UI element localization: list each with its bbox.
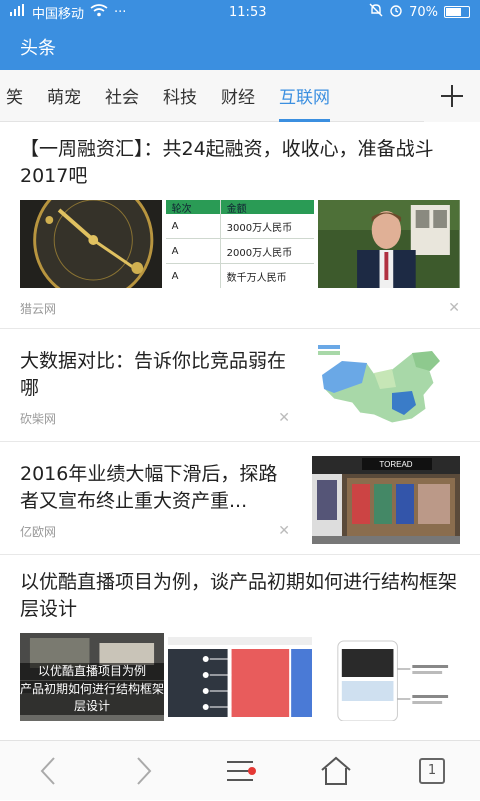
table-cell: A: [166, 264, 221, 288]
table-row: A 3000万人民币: [165, 214, 315, 239]
cover-caption: 以优酷直播项目为例: [20, 663, 164, 680]
chevron-right-icon: [137, 756, 152, 785]
article-source: 砍柴网: [20, 411, 57, 426]
tab-count: 1: [419, 757, 445, 784]
cover-caption: 产品初期如何进行结构框架层设计: [20, 681, 164, 715]
china-map-image: [312, 343, 460, 431]
table-cell: 数千万人民币: [226, 272, 287, 284]
app-wireframe-image: [316, 633, 460, 721]
store-sign: TOREAD: [379, 460, 412, 469]
article-title: 【一周融资汇】：共24起融资，收收心，准备战斗2017吧: [20, 138, 434, 187]
menu-button[interactable]: [210, 741, 270, 801]
battery-icon: [443, 6, 470, 18]
article-item[interactable]: 以优酷直播项目为例，谈产品初期如何进行结构框架层设计 以优酷直播项目为例 产品初…: [0, 555, 480, 721]
app-bar: 头条: [0, 24, 480, 70]
clock-image: [20, 200, 162, 288]
funding-table-image: 轮次 金额 A 3000万人民币 A 2000万人民币 A 数千万人民币: [165, 200, 315, 288]
table-cell: 2000万人民币: [226, 247, 293, 259]
table-cell: A: [166, 214, 221, 238]
table-row: A 数千万人民币: [166, 264, 315, 288]
article-source: 猎云网: [20, 301, 57, 316]
page-title: 头条: [20, 38, 56, 59]
wifi-icon: [90, 3, 108, 21]
plus-icon: [441, 85, 463, 107]
store-image: TOREAD: [312, 456, 460, 544]
signal-icon: [10, 4, 26, 20]
tab-pets[interactable]: 萌宠: [35, 70, 93, 122]
status-time: 11:53: [229, 4, 267, 20]
tab-label: 财经: [221, 88, 255, 108]
table-row: A 2000万人民币: [165, 239, 315, 264]
back-button[interactable]: [18, 741, 78, 801]
forward-button[interactable]: [114, 741, 174, 801]
table-header: 轮次: [166, 200, 221, 215]
tab-label: 互联网: [279, 88, 330, 108]
article-item[interactable]: 2016年业绩大幅下滑后，探路者又宣布终止重大资产重... 亿欧网 ✕ TORE…: [0, 442, 480, 555]
article-item[interactable]: 【一周融资汇】：共24起融资，收收心，准备战斗2017吧 轮次 金额 A 300…: [0, 122, 480, 329]
table-cell: A: [166, 239, 221, 263]
tab-label: 萌宠: [47, 88, 81, 108]
home-button[interactable]: [306, 741, 366, 801]
dismiss-icon[interactable]: ✕: [448, 300, 460, 316]
more-icon: ···: [114, 4, 127, 20]
tab-joke[interactable]: 笑: [0, 70, 35, 122]
tab-internet[interactable]: 互联网: [267, 70, 342, 122]
mute-icon: [369, 3, 383, 21]
tab-tech[interactable]: 科技: [151, 70, 209, 122]
tab-finance[interactable]: 财经: [209, 70, 267, 122]
status-bar: 中国移动 ··· 11:53 70%: [0, 0, 480, 24]
portrait-image: [318, 200, 460, 288]
article-title: 以优酷直播项目为例，谈产品初期如何进行结构框架层设计: [20, 571, 458, 620]
flow-diagram-image: [168, 633, 312, 721]
tab-society[interactable]: 社会: [93, 70, 151, 122]
article-source: 亿欧网: [20, 524, 57, 539]
bottom-nav: 1: [0, 740, 480, 800]
youku-cover-image: 以优酷直播项目为例 产品初期如何进行结构框架层设计: [20, 633, 164, 721]
dismiss-icon[interactable]: ✕: [278, 410, 290, 427]
carrier-label: 中国移动: [32, 6, 85, 22]
add-channel-button[interactable]: [424, 70, 480, 122]
notification-dot: [248, 766, 256, 775]
article-title: 2016年业绩大幅下滑后，探路者又宣布终止重大资产重...: [20, 462, 278, 512]
tab-label: 社会: [105, 88, 139, 108]
channel-tabs: 笑 萌宠 社会 科技 财经 互联网: [0, 70, 480, 122]
article-item[interactable]: 大数据对比：告诉你比竞品弱在哪 砍柴网 ✕: [0, 329, 480, 442]
alarm-icon: [389, 3, 403, 21]
tab-label: 笑: [6, 88, 23, 108]
table-cell: 3000万人民币: [226, 222, 293, 234]
tab-label: 科技: [163, 88, 197, 108]
tabs-button[interactable]: 1: [402, 741, 462, 801]
table-header: 金额: [226, 203, 247, 215]
battery-percent: 70%: [409, 4, 438, 20]
home-icon: [321, 756, 351, 785]
news-feed: 【一周融资汇】：共24起融资，收收心，准备战斗2017吧 轮次 金额 A 300…: [0, 122, 480, 740]
dismiss-icon[interactable]: ✕: [278, 523, 290, 540]
article-title: 大数据对比：告诉你比竞品弱在哪: [20, 349, 287, 399]
chevron-left-icon: [40, 756, 55, 785]
